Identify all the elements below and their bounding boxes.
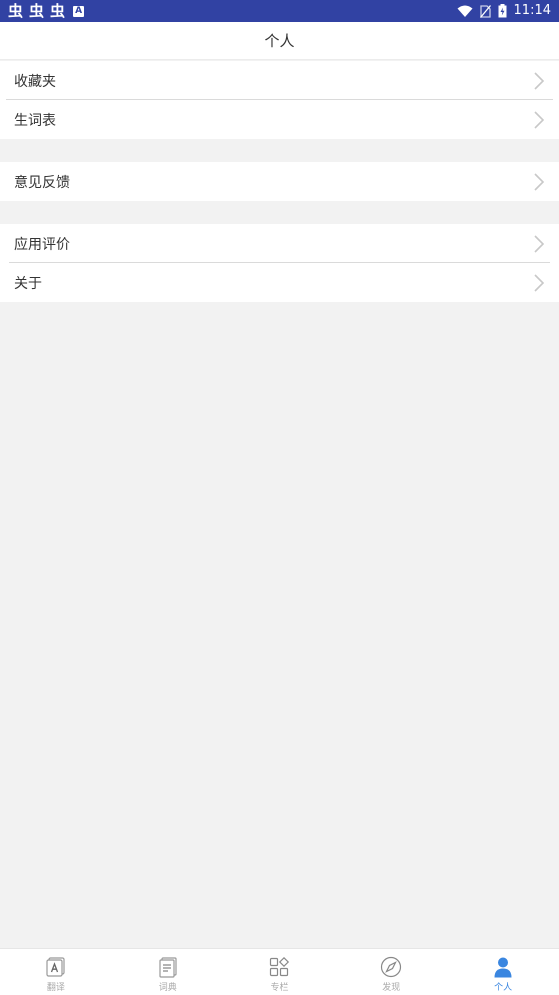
chevron-right-icon — [534, 273, 545, 292]
notification-icon: 虫 — [29, 2, 45, 20]
menu-group-2: 意见反馈 — [0, 162, 559, 201]
chevron-right-icon — [534, 172, 545, 191]
title-bar: 个人 — [0, 22, 559, 60]
menu-item-label: 意见反馈 — [14, 174, 70, 191]
bottom-tab-bar: 翻译 词典 专栏 发现 个人 — [0, 948, 559, 995]
status-bar-left: 虫 虫 虫 A — [8, 0, 85, 22]
no-sim-icon — [479, 4, 491, 18]
app-badge-icon: A — [73, 5, 85, 17]
status-bar: 虫 虫 虫 A 11:14 — [0, 0, 559, 22]
tab-columns[interactable]: 专栏 — [224, 949, 336, 995]
menu-item-favorites[interactable]: 收藏夹 — [0, 61, 559, 100]
menu-item-about[interactable]: 关于 — [0, 263, 559, 302]
menu-group-1: 收藏夹 生词表 — [0, 61, 559, 139]
menu-item-label: 生词表 — [14, 112, 56, 129]
notification-icon: 虫 — [50, 2, 66, 20]
columns-icon — [270, 956, 290, 977]
tab-label: 发现 — [382, 983, 401, 993]
tab-label: 翻译 — [46, 983, 65, 993]
tab-label: 个人 — [494, 983, 513, 993]
tab-discover[interactable]: 发现 — [335, 949, 447, 995]
clock: 11:14 — [513, 3, 551, 18]
menu-item-rate-app[interactable]: 应用评价 — [0, 224, 559, 263]
compass-icon — [381, 956, 402, 978]
tab-label: 词典 — [158, 983, 177, 993]
tab-dictionary[interactable]: 词典 — [112, 949, 224, 995]
menu-group-3: 应用评价 关于 — [0, 224, 559, 302]
chevron-right-icon — [534, 110, 545, 129]
tab-translate[interactable]: 翻译 — [0, 949, 112, 995]
person-icon — [494, 957, 512, 978]
page-title: 个人 — [264, 32, 295, 50]
battery-icon — [498, 4, 507, 18]
tab-label: 专栏 — [270, 983, 289, 993]
chevron-right-icon — [534, 71, 545, 90]
translate-icon — [46, 957, 65, 977]
menu-item-vocabulary[interactable]: 生词表 — [0, 100, 559, 139]
menu-item-label: 应用评价 — [14, 236, 70, 253]
wifi-icon — [457, 5, 473, 17]
menu-item-feedback[interactable]: 意见反馈 — [0, 162, 559, 201]
dictionary-icon — [159, 957, 177, 978]
status-bar-right: 11:14 — [457, 0, 551, 22]
menu-item-label: 收藏夹 — [14, 73, 56, 90]
menu-item-label: 关于 — [14, 275, 42, 292]
notification-icon: 虫 — [8, 2, 24, 20]
chevron-right-icon — [534, 234, 545, 253]
tab-personal[interactable]: 个人 — [447, 949, 559, 995]
